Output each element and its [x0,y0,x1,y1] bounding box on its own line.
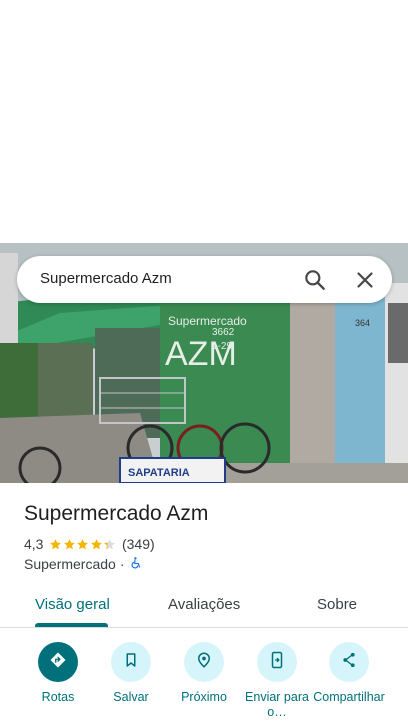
search-input[interactable]: Supermercado Azm [40,270,172,287]
save-label: Salvar [113,690,149,704]
tab-indicator [35,623,108,627]
share-button[interactable]: Compartilhar [312,642,386,705]
tab-reviews[interactable]: Avaliações [168,596,240,613]
save-button[interactable]: Salvar [94,642,168,705]
nearby-label: Próximo [181,690,227,704]
send-to-phone-button[interactable]: Enviar para o… [240,642,314,720]
tab-bar: Visão geral Avaliações Sobre [0,585,408,628]
store-address-2-text: 1-29 [212,341,232,352]
search-bar[interactable]: Supermercado Azm [17,256,392,303]
store-sign-text: Supermercado [168,314,247,328]
star-icon [64,538,75,549]
star-icon [91,538,102,549]
star-icon [104,538,116,549]
category-row: Supermercado · [24,556,143,572]
nearby-button[interactable]: Próximo [167,642,241,705]
tab-overview[interactable]: Visão geral [35,596,110,613]
rating-row[interactable]: 4,3 (349) [24,536,155,552]
place-screen: SAPATARIA Supermercado AZM 3662 1-29 364… [0,0,408,726]
store-address-text: 3662 [212,327,235,338]
tab-about[interactable]: Sobre [317,596,357,613]
star-icon [77,538,89,549]
close-icon[interactable] [352,267,378,293]
category-label: Supermercado [24,556,116,572]
wall-number-text: 364 [355,318,370,328]
separator: · [119,556,125,572]
share-icon [340,651,358,674]
directions-icon [49,651,67,674]
rating-value: 4,3 [24,536,44,552]
send-to-phone-label: Enviar para o… [245,690,309,719]
star-icon [50,538,62,549]
shop-sign-text: SAPATARIA [128,467,190,479]
review-count[interactable]: (349) [122,536,155,552]
share-label: Compartilhar [313,690,385,704]
wheelchair-icon [129,556,143,573]
place-title: Supermercado Azm [24,502,209,525]
nearby-icon [195,651,213,674]
directions-label: Rotas [41,690,75,704]
rating-stars [49,538,117,551]
directions-button[interactable]: Rotas [21,642,95,705]
search-icon[interactable] [302,267,328,293]
send-to-phone-icon [268,651,286,674]
bookmark-icon [122,651,140,674]
